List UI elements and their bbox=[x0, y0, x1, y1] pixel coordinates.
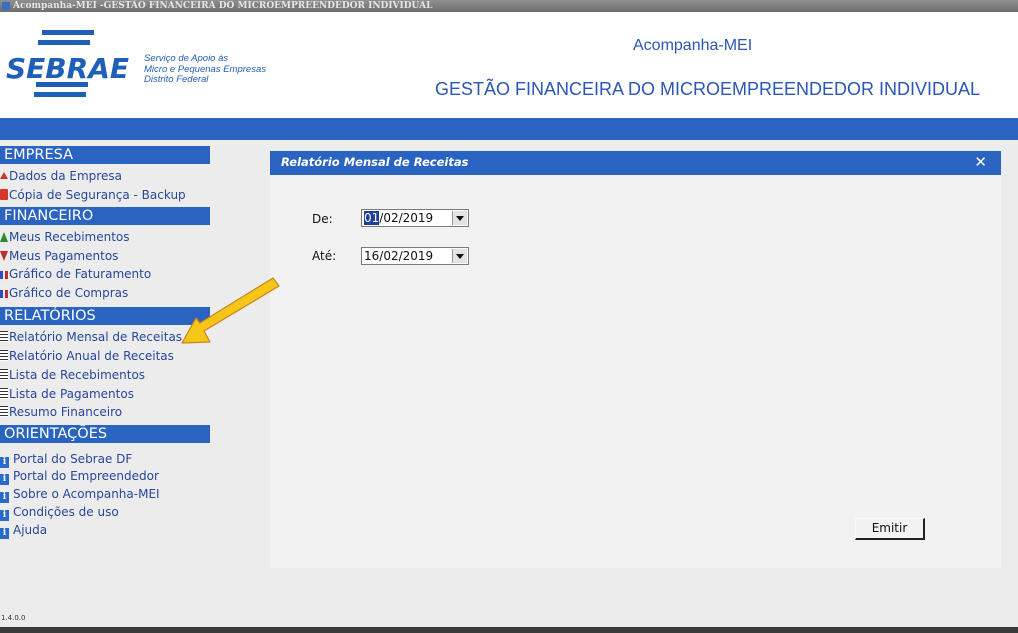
app-subtitle: GESTÃO FINANCEIRA DO MICROEMPREENDEDOR I… bbox=[435, 79, 981, 99]
info-icon: i bbox=[0, 474, 9, 485]
menu-lista-recebimentos[interactable]: Lista de Recebimentos bbox=[0, 367, 145, 384]
sebrae-logo: SEBRAE Serviço de Apoio às Micro e Peque… bbox=[6, 30, 296, 110]
menu-dados-da-empresa[interactable]: Dados da Empresa bbox=[0, 168, 122, 185]
menu-relatorio-mensal[interactable]: Relatório Mensal de Receitas bbox=[0, 329, 182, 346]
info-icon: i bbox=[0, 457, 9, 468]
menu-ajuda[interactable]: i Ajuda bbox=[0, 522, 47, 539]
logo-subtitle: Serviço de Apoio às Micro e Pequenas Emp… bbox=[144, 53, 266, 85]
chart-icon bbox=[0, 271, 8, 279]
chevron-down-icon[interactable] bbox=[452, 249, 467, 263]
menu-lista-pagamentos[interactable]: Lista de Pagamentos bbox=[0, 386, 134, 403]
window-title-bar: Acompanha-MEI -GESTÃO FINANCEIRA DO MICR… bbox=[0, 0, 1018, 12]
chart-icon bbox=[0, 290, 8, 298]
from-date-picker[interactable]: 01/02/2019 bbox=[361, 209, 469, 227]
emitir-button[interactable]: Emitir bbox=[855, 518, 925, 540]
report-icon bbox=[0, 350, 8, 361]
chevron-down-icon[interactable] bbox=[452, 211, 467, 225]
info-icon: i bbox=[0, 492, 9, 503]
dialog-header: Relatório Mensal de Receitas ✕ bbox=[270, 151, 1001, 175]
to-date-picker[interactable]: 16/02/2019 bbox=[361, 247, 469, 265]
report-icon bbox=[0, 388, 8, 399]
house-icon bbox=[0, 172, 8, 179]
backup-icon bbox=[0, 189, 8, 200]
version-label: 1.4.0.0 bbox=[1, 614, 26, 622]
to-date-label: Até: bbox=[312, 249, 337, 263]
menu-portal-sebrae-df[interactable]: i Portal do Sebrae DF bbox=[0, 451, 132, 468]
arrow-up-icon bbox=[0, 232, 8, 242]
section-relatorios: RELATÓRIOS bbox=[0, 307, 210, 325]
close-icon[interactable]: ✕ bbox=[974, 153, 987, 171]
app-icon bbox=[2, 2, 10, 10]
info-icon: i bbox=[0, 528, 9, 539]
status-bar bbox=[0, 627, 1018, 633]
from-date-label: De: bbox=[312, 212, 333, 226]
app-name: Acompanha-MEI bbox=[633, 37, 753, 54]
section-orientacoes: ORIENTAÇÕES bbox=[0, 425, 210, 443]
report-dialog: Relatório Mensal de Receitas ✕ De: 01/02… bbox=[270, 151, 1001, 568]
header-divider-bar bbox=[0, 118, 1018, 140]
menu-condicoes-de-uso[interactable]: i Condições de uso bbox=[0, 504, 119, 521]
menu-copia-seguranca[interactable]: Cópia de Segurança - Backup bbox=[0, 187, 186, 204]
window-title: Acompanha-MEI -GESTÃO FINANCEIRA DO MICR… bbox=[13, 1, 433, 11]
report-icon bbox=[0, 369, 8, 380]
report-icon bbox=[0, 406, 8, 417]
menu-sobre[interactable]: i Sobre o Acompanha-MEI bbox=[0, 486, 160, 503]
section-empresa: EMPRESA bbox=[0, 146, 210, 164]
app-header: SEBRAE Serviço de Apoio às Micro e Peque… bbox=[0, 12, 1018, 118]
menu-meus-pagamentos[interactable]: Meus Pagamentos bbox=[0, 248, 118, 265]
menu-resumo-financeiro[interactable]: Resumo Financeiro bbox=[0, 404, 122, 421]
menu-meus-recebimentos[interactable]: Meus Recebimentos bbox=[0, 229, 130, 246]
report-icon bbox=[0, 331, 8, 342]
info-icon: i bbox=[0, 510, 9, 521]
menu-portal-empreendedor[interactable]: i Portal do Empreendedor bbox=[0, 468, 159, 485]
logo-wordmark: SEBRAE bbox=[6, 52, 129, 85]
menu-grafico-faturamento[interactable]: Gráfico de Faturamento bbox=[0, 266, 151, 283]
section-financeiro: FINANCEIRO bbox=[0, 207, 210, 225]
menu-grafico-compras[interactable]: Gráfico de Compras bbox=[0, 285, 128, 302]
dialog-title: Relatório Mensal de Receitas bbox=[281, 155, 469, 169]
arrow-down-icon bbox=[0, 251, 8, 261]
menu-relatorio-anual[interactable]: Relatório Anual de Receitas bbox=[0, 348, 174, 365]
